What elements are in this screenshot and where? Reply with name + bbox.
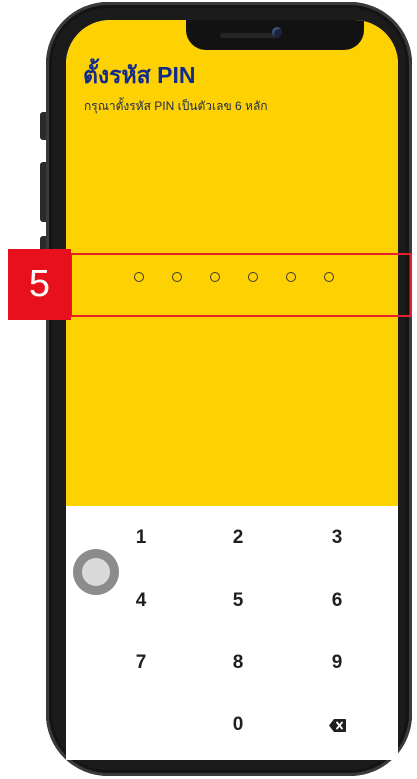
- backspace-button[interactable]: [302, 705, 372, 745]
- key-0[interactable]: 0: [203, 705, 273, 745]
- key-6[interactable]: 6: [302, 581, 372, 621]
- step-badge: 5: [8, 249, 71, 320]
- front-camera: [272, 27, 282, 37]
- assistive-touch-icon[interactable]: [73, 549, 119, 595]
- key-8[interactable]: 8: [203, 643, 273, 683]
- key-1[interactable]: 1: [106, 518, 176, 558]
- pin-instruction: กรุณาตั้งรหัส PIN เป็นตัวเลข 6 หลัก: [84, 99, 268, 113]
- numeric-keypad: 1 2 3 4 5 6 7 8 9 0: [66, 506, 398, 760]
- key-9[interactable]: 9: [302, 643, 372, 683]
- backspace-icon: [328, 718, 346, 732]
- key-3[interactable]: 3: [302, 518, 372, 558]
- key-2[interactable]: 2: [203, 518, 273, 558]
- page-title: ตั้งรหัส PIN: [83, 62, 196, 88]
- key-4[interactable]: 4: [106, 581, 176, 621]
- annotation-highlight: [70, 253, 412, 317]
- key-5[interactable]: 5: [203, 581, 273, 621]
- key-7[interactable]: 7: [106, 643, 176, 683]
